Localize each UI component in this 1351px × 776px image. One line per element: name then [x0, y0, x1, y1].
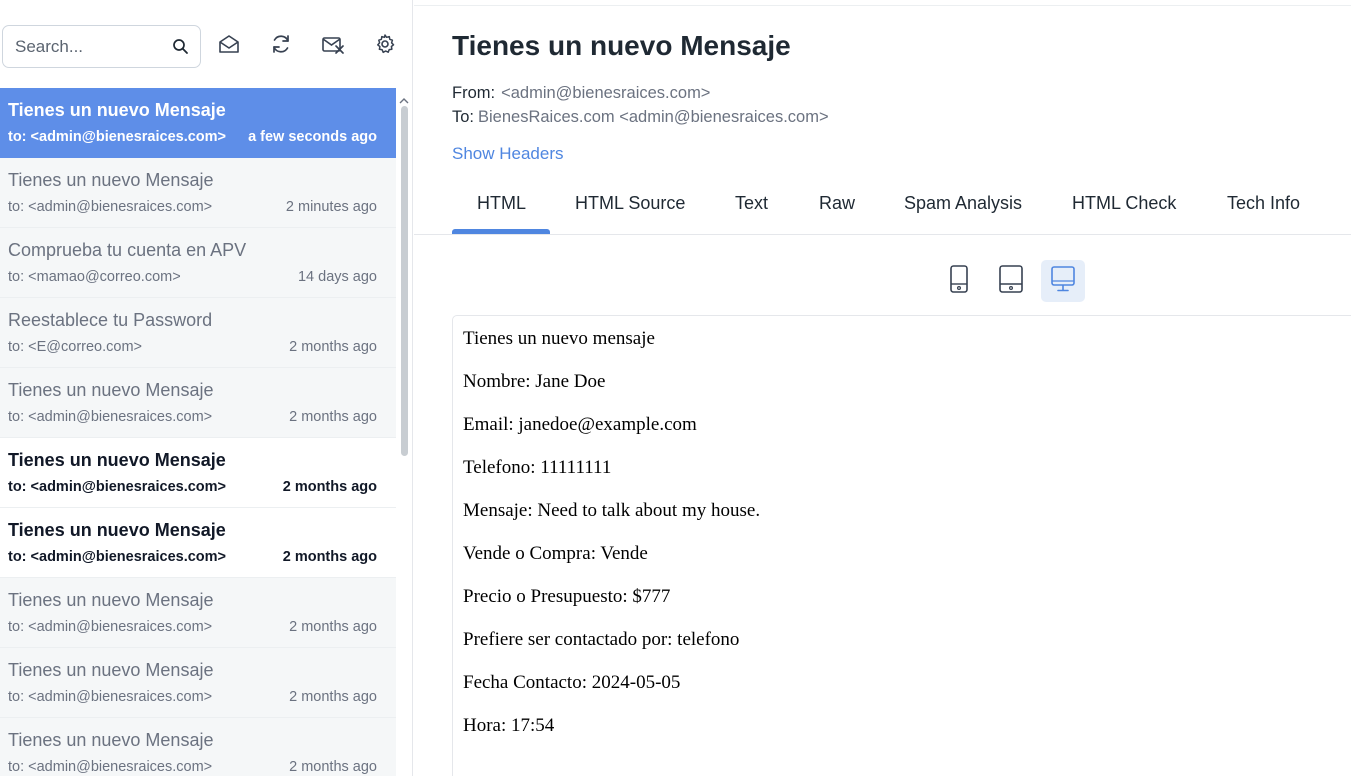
list-item[interactable]: Reestablece tu Password to: <E@correo.com… — [0, 298, 396, 368]
toolbar — [0, 0, 413, 88]
list-item[interactable]: Comprueba tu cuenta en APV to: <mamao@cor… — [0, 228, 396, 298]
message-title: Tienes un nuevo Mensaje — [452, 30, 791, 61]
list-item[interactable]: Tienes un nuevo Mensaje to: <admin@bienes… — [0, 438, 396, 508]
to-label: To: — [452, 108, 475, 126]
refresh-button[interactable] — [268, 33, 294, 59]
list-item[interactable]: Tienes un nuevo Mensaje to: <admin@bienes… — [0, 718, 396, 776]
desktop-view-button[interactable] — [1041, 260, 1085, 302]
message-recipient: to: <admin@bienesraices.com> — [8, 619, 213, 635]
list-item[interactable]: Tienes un nuevo Mensaje to: <admin@bienes… — [0, 508, 396, 578]
message-recipient: to: <admin@bienesraices.com> — [8, 409, 213, 425]
message-time: 2 months ago — [289, 619, 377, 635]
sidebar: Tienes un nuevo Mensaje to: <admin@bienes… — [0, 0, 413, 776]
from-label: From: — [452, 84, 496, 102]
tab-tech-info[interactable]: Tech Info — [1227, 193, 1300, 214]
body-line: Precio o Presupuesto: $777 — [463, 586, 671, 607]
html-preview: Tienes un nuevo mensaje Nombre: Jane Doe… — [452, 315, 1351, 776]
body-line: Fecha Contacto: 2024-05-05 — [463, 672, 681, 693]
message-time: 2 months ago — [289, 689, 377, 705]
from-row: From: <admin@bienesraices.com> — [452, 84, 710, 103]
list-item[interactable]: Tienes un nuevo Mensaje to: <admin@bienes… — [0, 578, 396, 648]
message-subject: Tienes un nuevo Mensaje — [8, 380, 214, 400]
message-time: 14 days ago — [297, 269, 377, 285]
message-subject: Tienes un nuevo Mensaje — [8, 170, 214, 190]
desktop-icon — [1050, 265, 1076, 298]
search-icon[interactable] — [172, 38, 189, 55]
mail-app: Tienes un nuevo Mensaje to: <admin@bienes… — [0, 0, 1351, 776]
from-value: <admin@bienesraices.com> — [501, 84, 711, 102]
message-view: Tienes un nuevo Mensaje From: <admin@bien… — [414, 0, 1351, 776]
body-line: Tienes un nuevo mensaje — [463, 328, 655, 349]
body-line: Telefono: 11111111 — [463, 457, 612, 478]
tab-html-check[interactable]: HTML Check — [1072, 193, 1176, 214]
tablet-view-button[interactable] — [989, 260, 1033, 302]
message-subject: Tienes un nuevo Mensaje — [8, 730, 214, 750]
tab-spam-analysis[interactable]: Spam Analysis — [904, 193, 1022, 214]
scroll-up-icon[interactable] — [399, 92, 409, 104]
scrollbar-thumb[interactable] — [401, 106, 408, 456]
to-value: BienesRaices.com <admin@bienesraices.com… — [478, 108, 829, 126]
message-subject: Tienes un nuevo Mensaje — [8, 520, 226, 540]
message-time: a few seconds ago — [248, 129, 377, 145]
message-recipient: to: <admin@bienesraices.com> — [8, 129, 227, 145]
message-subject: Comprueba tu cuenta en APV — [8, 240, 247, 260]
message-subject: Tienes un nuevo Mensaje — [8, 590, 214, 610]
view-tabs: HTML HTML Source Text Raw Spam Analysis … — [414, 176, 1351, 235]
message-subject: Tienes un nuevo Mensaje — [8, 450, 226, 470]
divider — [414, 5, 1351, 6]
body-line: Vende o Compra: Vende — [463, 543, 648, 564]
search-input[interactable] — [15, 26, 165, 67]
message-time: 2 minutes ago — [285, 199, 377, 215]
message-subject: Reestablece tu Password — [8, 310, 213, 330]
mobile-icon — [949, 264, 969, 299]
list-item[interactable]: Tienes un nuevo Mensaje to: <admin@bienes… — [0, 368, 396, 438]
show-headers-link[interactable]: Show Headers — [452, 144, 564, 164]
mobile-view-button[interactable] — [937, 260, 981, 302]
message-subject: Tienes un nuevo Mensaje — [8, 660, 214, 680]
tablet-icon — [998, 264, 1024, 299]
tab-text[interactable]: Text — [735, 193, 768, 214]
message-time: 2 months ago — [289, 339, 377, 355]
message-time: 2 months ago — [289, 409, 377, 425]
settings-button[interactable] — [372, 33, 398, 59]
body-line: Prefiere ser contactado por: telefono — [463, 629, 740, 650]
mark-read-button[interactable] — [216, 33, 242, 59]
tab-html[interactable]: HTML — [477, 193, 526, 214]
tab-raw[interactable]: Raw — [819, 193, 855, 214]
scrollbar[interactable] — [396, 88, 413, 776]
settings-icon — [374, 33, 396, 60]
body-line: Email: janedoe@example.com — [463, 414, 697, 435]
body-line: Mensaje: Need to talk about my house. — [463, 500, 761, 521]
mark-read-icon — [218, 33, 240, 60]
refresh-icon — [270, 33, 292, 60]
message-recipient: to: <admin@bienesraices.com> — [8, 479, 227, 495]
message-recipient: to: <admin@bienesraices.com> — [8, 759, 213, 775]
body-line: Hora: 17:54 — [463, 715, 555, 736]
tab-html-source[interactable]: HTML Source — [575, 193, 685, 214]
message-recipient: to: <mamao@correo.com> — [8, 269, 181, 285]
delete-all-button[interactable] — [320, 33, 346, 59]
delete-all-icon — [321, 33, 345, 60]
message-subject: Tienes un nuevo Mensaje — [8, 100, 226, 120]
message-time: 2 months ago — [289, 759, 377, 775]
search-box[interactable] — [2, 25, 201, 68]
message-recipient: to: <admin@bienesraices.com> — [8, 549, 227, 565]
message-list: Tienes un nuevo Mensaje to: <admin@bienes… — [0, 88, 396, 776]
list-item[interactable]: Tienes un nuevo Mensaje to: <admin@bienes… — [0, 648, 396, 718]
message-recipient: to: <admin@bienesraices.com> — [8, 199, 213, 215]
active-tab-indicator — [452, 229, 550, 234]
list-item[interactable]: Tienes un nuevo Mensaje to: <admin@bienes… — [0, 158, 396, 228]
message-time: 2 months ago — [282, 549, 377, 565]
message-time: 2 months ago — [282, 479, 377, 495]
list-item[interactable]: Tienes un nuevo Mensaje to: <admin@bienes… — [0, 88, 396, 158]
message-recipient: to: <admin@bienesraices.com> — [8, 689, 213, 705]
message-recipient: to: <E@correo.com> — [8, 339, 142, 355]
body-line: Nombre: Jane Doe — [463, 371, 606, 392]
to-row: To: BienesRaices.com <admin@bienesraices.… — [452, 108, 829, 127]
